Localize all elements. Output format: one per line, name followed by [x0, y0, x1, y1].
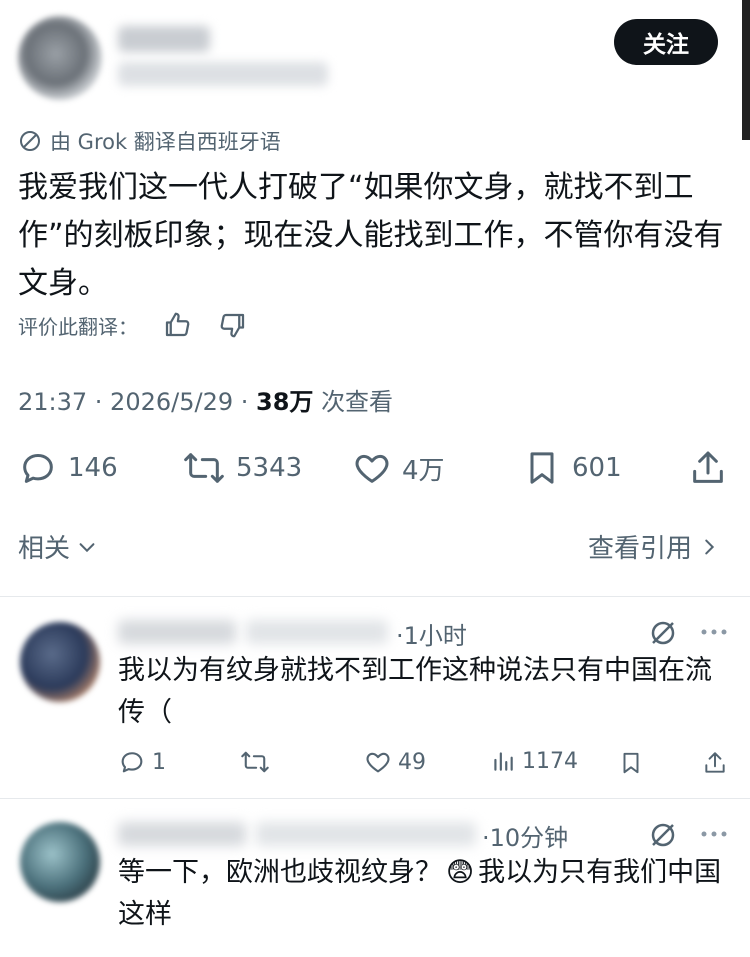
- share-icon: [688, 448, 728, 488]
- reply-text: 我以为有纹身就找不到工作这种说法只有中国在流传（: [118, 655, 712, 728]
- repost-count: 5343: [236, 453, 303, 483]
- views-icon: [490, 748, 516, 774]
- reply-reply-count: 1: [152, 749, 166, 775]
- reply-avatar[interactable]: [20, 822, 100, 902]
- reply-views-button[interactable]: 1174: [490, 748, 578, 774]
- bookmark-count: 601: [572, 453, 622, 483]
- chevron-right-icon: [698, 536, 720, 558]
- reply-icon: [18, 448, 58, 488]
- view-quotes-link[interactable]: 查看引用: [588, 528, 720, 565]
- reply-views-count: 1174: [522, 748, 578, 774]
- reply-reply-button[interactable]: 1: [118, 748, 166, 776]
- translate-icon: [18, 129, 42, 153]
- related-toggle[interactable]: 相关: [18, 528, 98, 565]
- like-icon: [352, 448, 392, 488]
- grok-icon[interactable]: [648, 618, 678, 648]
- view-quotes-label: 查看引用: [588, 534, 693, 564]
- repost-button[interactable]: 5343: [182, 446, 302, 490]
- post-text: 我爱我们这一代人打破了“如果你文身，就找不到工作”的刻板印象；现在没人能找到工作…: [18, 170, 724, 301]
- scroll-edge: [742, 0, 750, 140]
- rate-translation-label: 评价此翻译：: [18, 314, 138, 339]
- views-label: 次查看: [321, 388, 394, 416]
- bookmark-icon: [522, 448, 562, 488]
- repost-icon: [240, 748, 270, 776]
- thumbs-up-icon[interactable]: [162, 310, 192, 340]
- author-avatar[interactable]: [18, 16, 102, 100]
- reply-meta: ·10分钟: [482, 818, 568, 853]
- like-button[interactable]: 4万: [352, 446, 445, 490]
- share-icon[interactable]: [702, 750, 728, 776]
- like-icon: [364, 748, 392, 776]
- like-count: 4万: [402, 455, 445, 486]
- more-icon[interactable]: [698, 620, 730, 644]
- reply-text-part1: 等一下，欧洲也歧视纹身？: [118, 857, 442, 888]
- author-handle-blurred[interactable]: [118, 62, 328, 86]
- more-icon[interactable]: [698, 822, 730, 846]
- reply-avatar[interactable]: [20, 622, 100, 702]
- reply-like-button[interactable]: 49: [364, 748, 426, 776]
- translation-note-text: 由 Grok 翻译自西班牙语: [50, 130, 281, 154]
- fearful-face-emoji: 😨: [446, 857, 475, 888]
- reply-repost-button[interactable]: [240, 748, 276, 776]
- reply-author-handle-blurred[interactable]: [246, 620, 388, 644]
- reply-meta: ·1小时: [396, 616, 467, 651]
- reply-time[interactable]: ·10分钟: [482, 818, 568, 853]
- post-meta: 21:37 · 2026/5/29 · 38万 次查看: [18, 382, 393, 417]
- follow-button[interactable]: 关注: [614, 19, 718, 65]
- rate-translation-row: 评价此翻译：: [18, 310, 248, 340]
- reply-text: 等一下，欧洲也歧视纹身？ 😨 我以为只有我们中国这样: [118, 852, 738, 936]
- reply-count: 146: [68, 453, 118, 483]
- reply-time[interactable]: ·1小时: [396, 616, 467, 651]
- divider: [0, 596, 750, 597]
- thumbs-down-icon[interactable]: [218, 310, 248, 340]
- post-timestamp[interactable]: 21:37 · 2026/5/29 ·: [18, 388, 248, 416]
- reply-author-handle-blurred[interactable]: [256, 822, 476, 846]
- bookmark-button[interactable]: 601: [522, 446, 622, 490]
- bookmark-icon[interactable]: [618, 750, 644, 776]
- divider: [0, 798, 750, 799]
- reply-icon: [118, 748, 146, 776]
- chevron-down-icon: [76, 536, 98, 558]
- reply-author-name-blurred[interactable]: [118, 620, 236, 644]
- reply-like-count: 49: [398, 749, 426, 775]
- author-name-blurred[interactable]: [118, 26, 210, 52]
- reply-author-name-blurred[interactable]: [118, 822, 246, 846]
- repost-icon: [182, 448, 226, 488]
- related-label: 相关: [18, 534, 71, 564]
- share-button[interactable]: [688, 446, 728, 490]
- views-count: 38万: [256, 388, 314, 416]
- reply-button[interactable]: 146: [18, 446, 118, 490]
- translation-note: 由 Grok 翻译自西班牙语: [18, 126, 281, 156]
- grok-icon[interactable]: [648, 820, 678, 850]
